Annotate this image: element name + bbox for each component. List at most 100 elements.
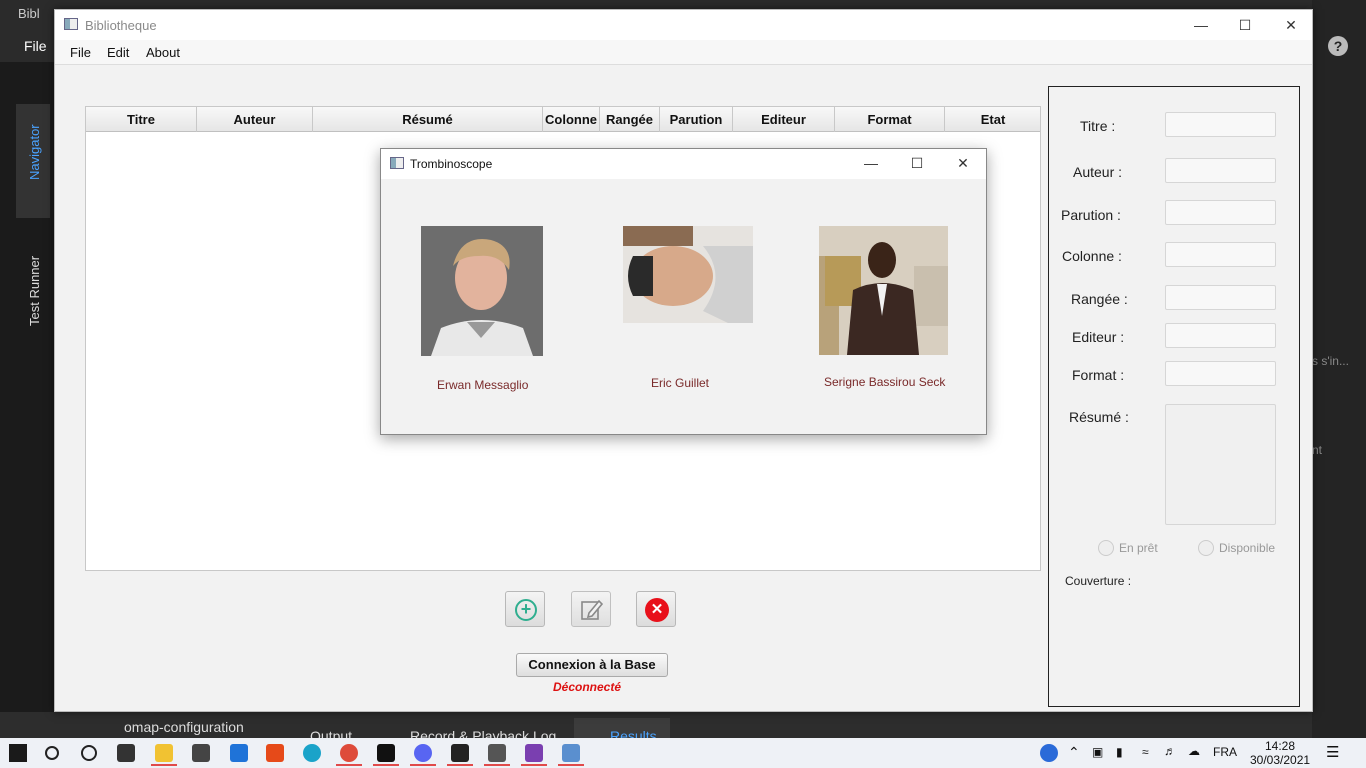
person-photo <box>819 226 948 355</box>
column-header-parution[interactable]: Parution <box>660 107 733 132</box>
rangee-field[interactable] <box>1165 285 1276 310</box>
titre-label: Titre : <box>1080 118 1116 134</box>
titre-field[interactable] <box>1165 112 1276 137</box>
window-title: Bibliotheque <box>85 18 157 33</box>
windows-start-icon[interactable] <box>9 744 27 762</box>
ide-right-text: nt <box>1312 443 1323 457</box>
taskbar-indicator <box>336 764 362 766</box>
meet-icon[interactable]: ▣ <box>1092 745 1103 759</box>
auteur-label: Auteur : <box>1073 164 1123 180</box>
table-header: Titre Auteur Résumé Colonne Rangée Parut… <box>86 107 1040 132</box>
en-pret-radio[interactable] <box>1098 540 1114 556</box>
close-icon[interactable]: ✕ <box>1271 14 1311 36</box>
dialog-titlebar: Trombinoscope — ☐ ✕ <box>381 149 986 179</box>
menu-about[interactable]: About <box>146 45 180 60</box>
delete-icon: ✕ <box>645 598 669 622</box>
disponible-label: Disponible <box>1219 541 1276 555</box>
store-icon[interactable] <box>192 744 210 762</box>
cloud-icon[interactable]: ☁ <box>1188 744 1200 758</box>
test-runner-icon[interactable] <box>488 744 506 762</box>
taskbar-indicator <box>447 764 473 766</box>
notifications-icon[interactable]: ☰ <box>1326 743 1339 761</box>
edge-icon[interactable] <box>303 744 321 762</box>
disponible-radio[interactable] <box>1198 540 1214 556</box>
test-runner-label[interactable]: Test Runner <box>27 256 42 326</box>
book-form: Titre : Auteur : Parution : Colonne : Ra… <box>1048 86 1300 707</box>
maximize-icon[interactable]: ☐ <box>897 152 937 174</box>
auteur-field[interactable] <box>1165 158 1276 183</box>
menu-edit[interactable]: Edit <box>107 45 129 60</box>
colonne-label: Colonne : <box>1062 248 1122 264</box>
column-header-rangee[interactable]: Rangée <box>600 107 660 132</box>
ide-right-text: s s'in... <box>1312 354 1349 368</box>
edit-icon <box>581 599 604 620</box>
chrome-icon[interactable] <box>340 744 358 762</box>
language-indicator[interactable]: FRA <box>1213 745 1237 759</box>
taskbar-indicator <box>151 764 177 766</box>
discord-icon[interactable] <box>414 744 432 762</box>
column-header-etat[interactable]: Etat <box>945 107 1041 132</box>
maximize-icon[interactable]: ☐ <box>1225 14 1265 36</box>
resume-textarea[interactable] <box>1165 404 1276 525</box>
ide-right-panel <box>1312 0 1366 738</box>
format-field[interactable] <box>1165 361 1276 386</box>
minimize-icon[interactable]: — <box>851 152 891 174</box>
connection-status: Déconnecté <box>553 680 622 694</box>
person-photo <box>623 226 753 323</box>
clock-time[interactable]: 14:28 <box>1265 739 1295 753</box>
mail-icon[interactable] <box>230 744 248 762</box>
clock-date[interactable]: 30/03/2021 <box>1250 753 1310 767</box>
person-photo <box>421 226 543 356</box>
archive-icon[interactable] <box>525 744 543 762</box>
intellij-icon[interactable] <box>377 744 395 762</box>
search-icon[interactable] <box>45 746 59 760</box>
person-name: Eric Guillet <box>651 376 710 390</box>
terminal-icon[interactable] <box>451 744 469 762</box>
minimize-icon[interactable]: — <box>1181 14 1221 36</box>
delete-button[interactable]: ✕ <box>636 591 676 627</box>
connect-button[interactable]: Connexion à la Base <box>516 653 668 677</box>
menu-file[interactable]: File <box>70 45 91 60</box>
battery-icon[interactable]: ▮ <box>1116 745 1123 759</box>
app-icon <box>390 157 404 169</box>
rangee-label: Rangée : <box>1071 291 1128 307</box>
taskbar-indicator <box>373 764 399 766</box>
ide-file-menu[interactable]: File <box>24 38 47 54</box>
app-icon <box>64 18 78 30</box>
column-header-editeur[interactable]: Editeur <box>733 107 835 132</box>
colonne-field[interactable] <box>1165 242 1276 267</box>
taskbar-indicator <box>484 764 510 766</box>
format-label: Format : <box>1072 367 1125 383</box>
chevron-up-icon[interactable]: ⌃ <box>1068 744 1080 761</box>
wifi-icon[interactable]: ≈ <box>1142 745 1149 759</box>
help-icon[interactable]: ? <box>1328 36 1348 56</box>
column-header-titre[interactable]: Titre <box>86 107 197 132</box>
person-name: Erwan Messaglio <box>437 378 529 392</box>
office-icon[interactable] <box>266 744 284 762</box>
column-header-format[interactable]: Format <box>835 107 945 132</box>
java-app-icon[interactable] <box>562 744 580 762</box>
file-explorer-icon[interactable] <box>155 744 173 762</box>
editeur-field[interactable] <box>1165 323 1276 348</box>
plus-circle-icon: + <box>515 599 537 621</box>
widgets-icon[interactable] <box>117 744 135 762</box>
edit-button[interactable] <box>571 591 611 627</box>
editeur-label: Editeur : <box>1072 329 1125 345</box>
column-header-colonne[interactable]: Colonne <box>543 107 600 132</box>
parution-field[interactable] <box>1165 200 1276 225</box>
tab-omap-configuration[interactable]: omap-configuration <box>124 719 244 735</box>
close-icon[interactable]: ✕ <box>943 152 983 174</box>
navigator-label[interactable]: Navigator <box>27 124 42 180</box>
column-header-resume[interactable]: Résumé <box>313 107 543 132</box>
add-button[interactable]: + <box>505 591 545 627</box>
ide-title: Bibl <box>18 6 40 21</box>
taskbar-indicator <box>521 764 547 766</box>
volume-icon[interactable]: ♬ <box>1164 744 1176 758</box>
column-header-auteur[interactable]: Auteur <box>197 107 313 132</box>
task-view-icon[interactable] <box>81 745 97 761</box>
help-tray-icon[interactable] <box>1040 744 1058 762</box>
menubar: File Edit About <box>55 40 1312 65</box>
en-pret-label: En prêt <box>1119 541 1158 555</box>
parution-label: Parution : <box>1061 207 1121 223</box>
couverture-label: Couverture : <box>1065 574 1132 588</box>
